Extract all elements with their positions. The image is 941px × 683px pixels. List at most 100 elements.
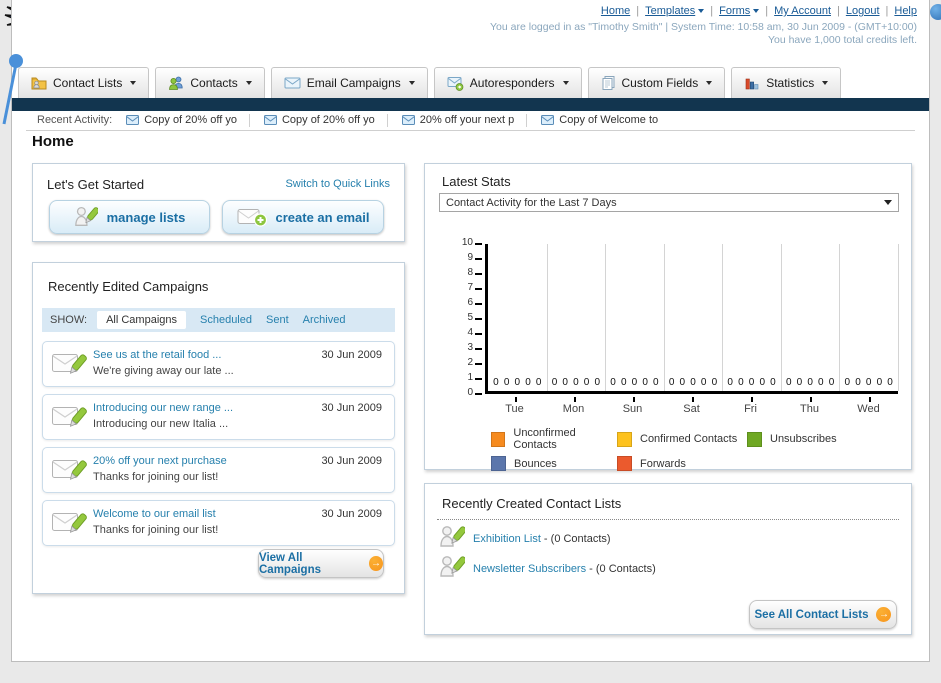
value-label: 0 [690,377,696,388]
value-label: 0 [631,377,638,388]
campaign-subtitle: Introducing our new Italia ... [93,418,229,430]
envelope-icon [401,115,415,125]
filter-archived[interactable]: Archived [303,314,346,326]
view-all-campaigns-button[interactable]: View All Campaigns → [258,549,384,578]
filter-scheduled[interactable]: Scheduled [200,314,252,326]
help-bubble-icon [930,4,941,20]
tab-statistics[interactable]: Statistics [731,67,842,98]
value-label: 0 [844,377,851,388]
tab-contact-lists[interactable]: Contact Lists [18,67,150,98]
header-links: Home | Templates | Forms | My Account | Logo… [601,5,917,17]
tab-autoresponders[interactable]: Autoresponders [433,67,582,98]
value-label: 0 [828,377,835,388]
y-tick-label: 1 [467,372,473,383]
value-label: 0 [785,377,792,388]
view-all-campaigns-label: View All Campaigns [259,551,321,576]
value-labels-group: 00000 [722,377,781,388]
chevron-down-icon [562,81,569,85]
envelope-pencil-icon [52,354,87,374]
campaign-subtitle: Thanks for joining our list! [93,471,219,483]
campaign-row[interactable]: 20% off your next purchase Thanks for jo… [42,447,395,493]
value-label: 0 [583,377,590,388]
value-labels-group: 00000 [547,377,606,388]
stats-report-select[interactable]: Contact Activity for the Last 7 Days [439,193,899,212]
value-label: 0 [887,377,893,388]
value-label: 0 [653,377,659,388]
recent-activity-item[interactable]: Copy of Welcome to [541,114,658,126]
campaign-title-link[interactable]: 20% off your next purchase [93,455,227,467]
campaign-row[interactable]: Welcome to our email list Thanks for joi… [42,500,395,546]
contact-list-count: - (0 Contacts) [586,563,656,575]
value-label: 0 [727,377,733,388]
link-separator: | [636,5,640,17]
contact-list-link[interactable]: Newsletter Subscribers [473,563,586,575]
header-link-label: Forms [719,5,751,17]
value-label: 0 [525,377,531,388]
manage-lists-button[interactable]: manage lists [49,200,210,234]
header-link-forms[interactable]: Forms [719,5,760,17]
y-tick-mark [475,393,482,395]
campaign-date: 30 Jun 2009 [321,508,382,520]
tab-email-campaigns[interactable]: Email Campaigns [270,67,428,98]
header-link-help[interactable]: Help [894,5,917,17]
see-all-contact-lists-button[interactable]: See All Contact Lists → [749,600,897,629]
value-labels-group: 00000 [664,377,723,388]
campaign-title-link[interactable]: Introducing our new range ... [93,402,233,414]
manage-lists-label: manage lists [106,209,186,225]
campaign-row[interactable]: See us at the retail food ... We're givi… [42,341,395,387]
header-link-label: Templates [645,5,696,17]
x-tick-label: Wed [839,397,898,415]
chevron-down-icon [130,81,137,85]
pages-icon [602,76,615,90]
recent-activity-item[interactable]: Copy of 20% off yo [126,114,237,126]
tab-label: Contacts [190,76,238,90]
value-label: 0 [514,377,521,388]
y-tick-label: 0 [467,387,473,398]
contact-list-link[interactable]: Exhibition List [473,533,541,545]
contacts-people-icon [169,76,183,90]
dotted-divider [437,519,899,520]
y-tick-mark [475,333,482,335]
recent-activity-item[interactable]: 20% off your next p [401,114,515,126]
envelope-icon [284,77,301,89]
header-link-templates[interactable]: Templates [645,5,705,17]
campaign-row[interactable]: Introducing our new range ... Introducin… [42,394,395,440]
tab-custom-fields[interactable]: Custom Fields [587,67,726,98]
get-started-title: Let's Get Started [47,177,145,192]
filter-sent[interactable]: Sent [266,314,289,326]
value-label: 0 [796,377,803,388]
envelope-pencil-icon [52,407,87,427]
value-label: 0 [620,377,627,388]
campaign-title-link[interactable]: Welcome to our email list [93,508,216,520]
gridline [546,244,548,391]
value-label: 0 [594,377,600,388]
create-email-button[interactable]: create an email [222,200,384,234]
legend-item: Forwards [617,456,747,471]
activity-item-label: 20% off your next p [419,114,515,126]
value-label: 0 [642,377,648,388]
header-link-home[interactable]: Home [601,5,630,17]
see-all-contact-lists-label: See All Contact Lists [754,608,869,621]
divider [26,130,915,131]
y-tick-mark [475,243,482,245]
chevron-down-icon [884,200,892,205]
recent-activity-item[interactable]: Copy of 20% off yo [263,114,375,126]
campaign-title-link[interactable]: See us at the retail food ... [93,349,221,361]
x-tick-label: Sun [603,397,662,415]
value-label: 0 [759,377,766,388]
chart-y-axis: 0 1 2 3 4 5 6 7 8 9 10 [437,237,485,398]
y-tick-label: 5 [467,312,473,323]
value-label: 0 [818,377,824,388]
link-separator: | [765,5,769,17]
y-tick-label: 2 [467,357,473,368]
header-link-logout[interactable]: Logout [846,5,880,17]
filter-all-campaigns[interactable]: All Campaigns [97,311,186,329]
header-link-my-account[interactable]: My Account [774,5,831,17]
tab-label: Statistics [766,76,815,90]
value-label: 0 [610,377,616,388]
chevron-down-icon [408,81,415,85]
bar-chart-icon [745,78,759,90]
tab-contacts[interactable]: Contacts [155,67,265,98]
chart-plot: 00000000000000000000000000000000000 [485,244,899,394]
switch-quick-links[interactable]: Switch to Quick Links [285,178,390,190]
